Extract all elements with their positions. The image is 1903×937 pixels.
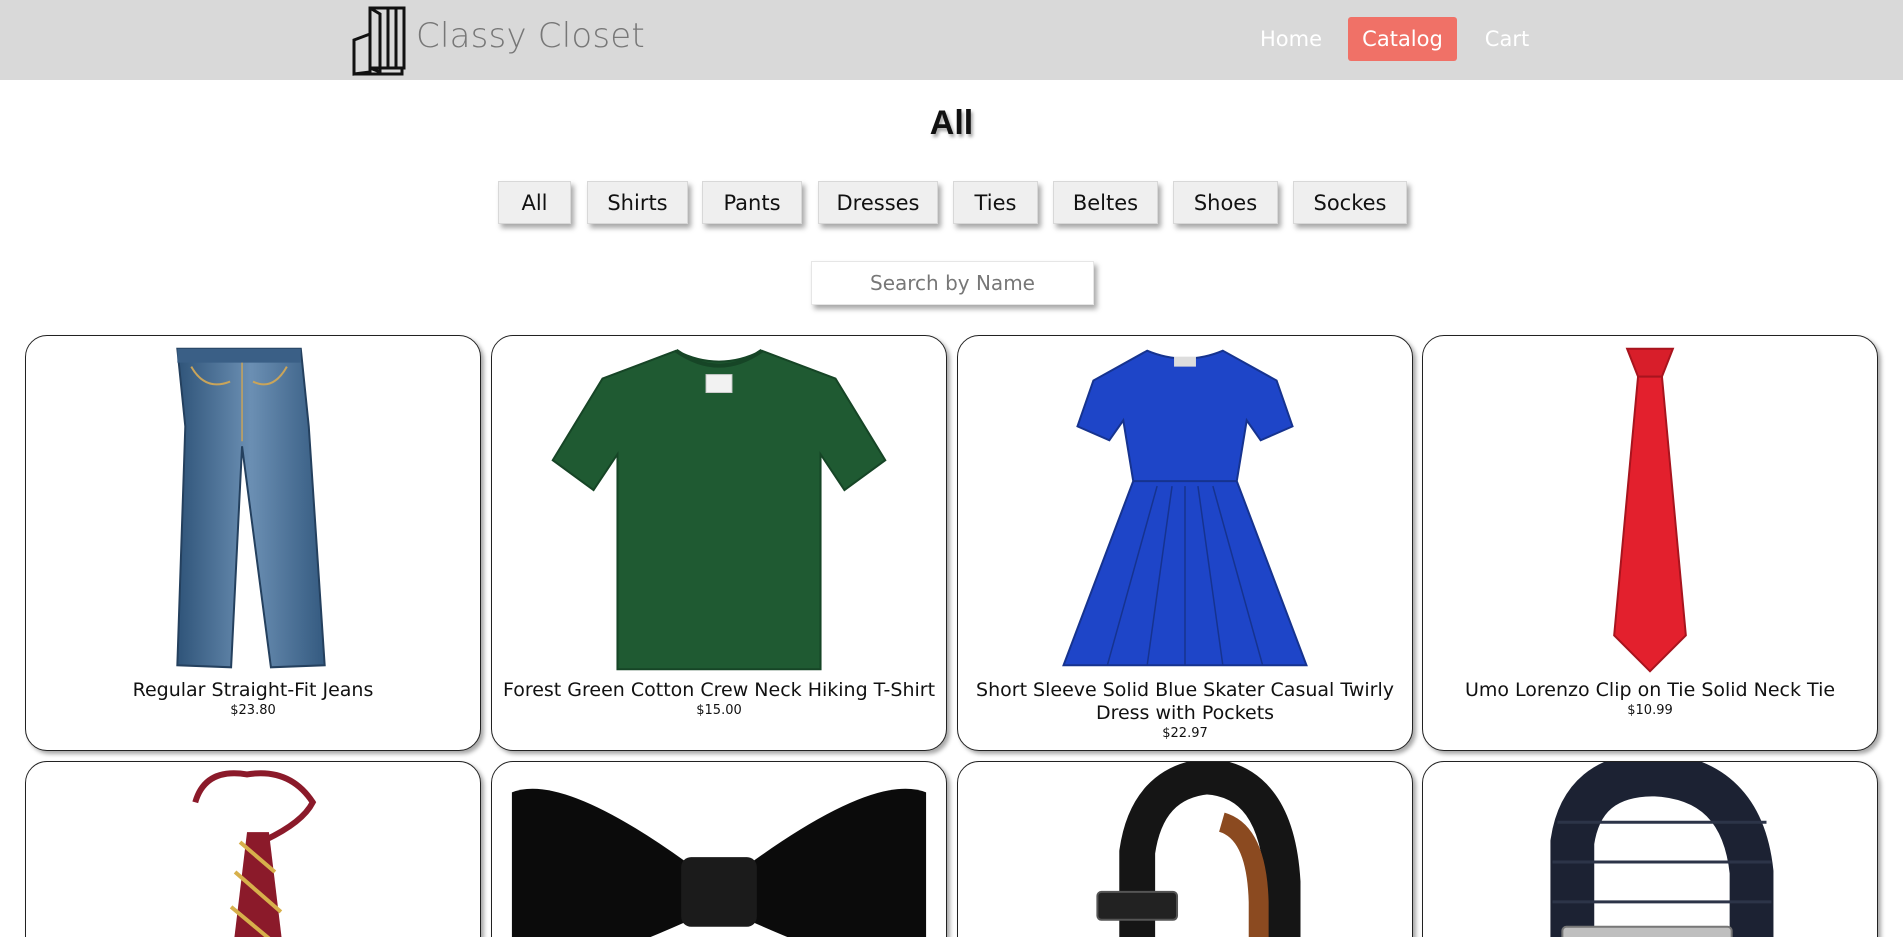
product-price: $23.80 — [230, 703, 276, 718]
category-button-shoes[interactable]: Shoes — [1173, 181, 1278, 224]
nav-catalog-link[interactable]: Catalog — [1348, 17, 1457, 61]
brand-name[interactable]: Classy Closet — [416, 16, 645, 56]
category-button-ties[interactable]: Ties — [953, 181, 1038, 224]
product-card[interactable]: Short Sleeve Solid Blue Skater Casual Tw… — [957, 335, 1413, 751]
striped-tie-image — [192, 770, 317, 937]
product-name[interactable]: Forest Green Cotton Crew Neck Hiking T-S… — [498, 679, 940, 702]
category-button-dresses[interactable]: Dresses — [818, 181, 938, 224]
product-card[interactable]: Umo Lorenzo Clip on Tie Solid Neck Tie $… — [1422, 335, 1878, 751]
product-price: $22.97 — [1162, 726, 1208, 741]
product-card[interactable]: Regular Straight-Fit Jeans $23.80 — [25, 335, 481, 751]
bow-tie-image — [511, 788, 927, 937]
product-card[interactable]: Forest Green Cotton Crew Neck Hiking T-S… — [491, 335, 947, 751]
product-price: $15.00 — [696, 703, 742, 718]
site-header: Classy Closet Home Catalog Cart — [0, 0, 1903, 80]
jeans-image — [176, 347, 326, 669]
category-button-all[interactable]: All — [498, 181, 571, 224]
product-name[interactable]: Regular Straight-Fit Jeans — [32, 679, 474, 702]
neck-tie-image — [1613, 347, 1687, 673]
product-card[interactable] — [957, 761, 1413, 937]
dress-image — [1062, 349, 1308, 667]
nav-cart-link[interactable]: Cart — [1478, 17, 1536, 61]
nav-home-link[interactable]: Home — [1256, 17, 1326, 61]
product-name[interactable]: Umo Lorenzo Clip on Tie Solid Neck Tie — [1429, 679, 1871, 702]
closet-logo-icon[interactable] — [350, 4, 408, 76]
product-price: $10.99 — [1627, 703, 1673, 718]
product-name[interactable]: Short Sleeve Solid Blue Skater Casual Tw… — [964, 679, 1406, 725]
product-card[interactable] — [491, 761, 947, 937]
product-card[interactable] — [1422, 761, 1878, 937]
page-title: All — [929, 104, 974, 142]
category-button-beltes[interactable]: Beltes — [1053, 181, 1158, 224]
product-card[interactable] — [25, 761, 481, 937]
leather-belt-image — [1096, 762, 1301, 937]
category-button-pants[interactable]: Pants — [702, 181, 802, 224]
canvas-belt-image — [1550, 762, 1774, 937]
category-button-shirts[interactable]: Shirts — [587, 181, 688, 224]
category-button-sockes[interactable]: Sockes — [1293, 181, 1407, 224]
t-shirt-image — [551, 349, 887, 671]
search-input[interactable] — [811, 261, 1094, 305]
